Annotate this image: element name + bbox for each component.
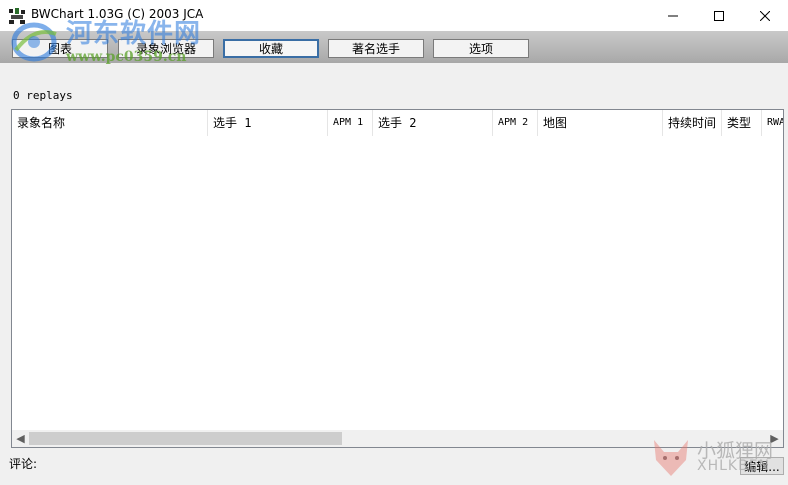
column-header-type[interactable]: 类型 (722, 110, 762, 136)
replay-count: 0 replays (13, 89, 73, 102)
scroll-left-icon[interactable]: ◀ (12, 430, 29, 447)
scrollbar-thumb[interactable] (29, 432, 342, 445)
column-header-player-2[interactable]: 选手 2 (373, 110, 493, 136)
list-header: 录象名称 选手 1 APM 1 选手 2 APM 2 地图 持续时间 类型 RW… (12, 110, 783, 136)
corner-watermark-brand: XHLKBEN (697, 458, 771, 474)
fox-logo-icon (654, 440, 688, 476)
column-header-player-1[interactable]: 选手 1 (208, 110, 328, 136)
maximize-icon (714, 10, 724, 21)
maximize-button[interactable] (696, 0, 742, 31)
famous-players-button[interactable]: 著名选手 (328, 39, 424, 58)
watermark-site-name: 河东软件网 (66, 19, 202, 49)
replay-list[interactable]: 录象名称 选手 1 APM 1 选手 2 APM 2 地图 持续时间 类型 RW… (11, 109, 784, 448)
minimize-button[interactable] (650, 0, 696, 31)
column-header-rwa[interactable]: RWA (762, 110, 783, 136)
minimize-icon (668, 15, 678, 16)
column-header-duration[interactable]: 持续时间 (663, 110, 722, 136)
watermark-site-url: www.pc0359.cn (66, 49, 187, 65)
favorites-button[interactable]: 收藏 (223, 39, 319, 58)
close-icon (760, 10, 770, 21)
column-header-apm-1[interactable]: APM 1 (328, 110, 373, 136)
column-header-replay-name[interactable]: 录象名称 (12, 110, 208, 136)
close-button[interactable] (742, 0, 788, 31)
watermark-logo-icon (11, 22, 57, 62)
comment-label: 评论: (9, 457, 38, 471)
options-button[interactable]: 选项 (433, 39, 529, 58)
column-header-apm-2[interactable]: APM 2 (493, 110, 538, 136)
column-header-map[interactable]: 地图 (538, 110, 663, 136)
